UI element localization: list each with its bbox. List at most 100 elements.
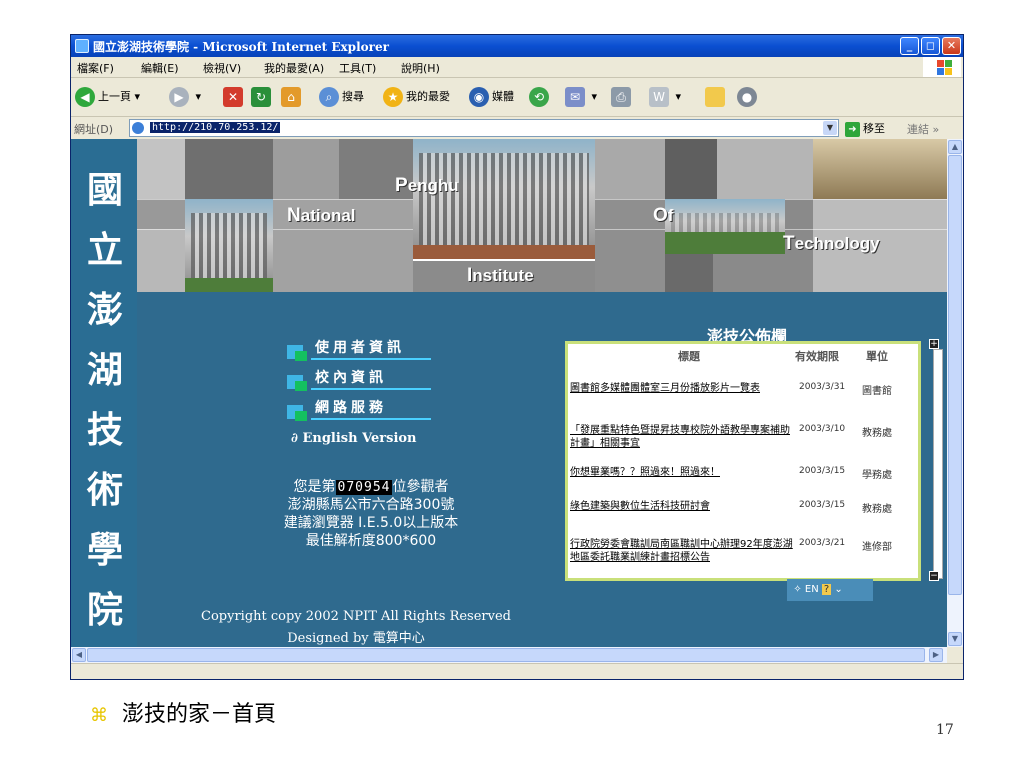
minimize-button[interactable]: _: [900, 37, 919, 55]
favorites-button[interactable]: ★ 我的最愛: [383, 85, 450, 109]
bulletin-row-unit: 教務處: [862, 428, 892, 439]
bulletin-row-unit: 進修部: [862, 542, 892, 553]
folder-button[interactable]: [705, 85, 728, 109]
media-icon: ◉: [469, 87, 489, 107]
address-label: 網址(D): [74, 123, 114, 136]
toolbar: ◀ 上一頁 ▾ ▶ ▾ ✕ ↻ ⌂ ⌕ 搜尋 ★ 我的最愛 ◉ 媒體 ⟲ ✉ ▾ ⎙: [71, 78, 963, 117]
bulletin-expand-icon[interactable]: +: [929, 339, 939, 349]
english-version-label: English Version: [302, 431, 417, 446]
bulletin-row-title[interactable]: 圖書館多媒體團體室三月份播放影片一覽表: [570, 382, 796, 395]
bulletin-row-date: 2003/3/21: [799, 538, 846, 548]
history-button[interactable]: ⟲: [529, 85, 552, 109]
edit-icon: W: [649, 87, 669, 107]
history-icon: ⟲: [529, 87, 549, 107]
back-label: 上一頁: [98, 90, 131, 103]
title-char: 立: [86, 229, 123, 271]
star-icon: ★: [383, 87, 403, 107]
language-bar[interactable]: ✧ EN ? ⌄: [787, 579, 873, 601]
search-button[interactable]: ⌕ 搜尋: [319, 85, 364, 109]
school-vertical-title: 國 立 澎 湖 技 術 學 院: [71, 139, 137, 647]
window-title: 國立澎湖技術學院 - Microsoft Internet Explorer: [93, 40, 389, 54]
back-arrow-icon: ◀: [75, 87, 95, 107]
copyright-text: Copyright copy 2002 NPIT All Rights Rese…: [201, 609, 511, 624]
refresh-icon: ↻: [251, 87, 271, 107]
home-button[interactable]: ⌂: [281, 85, 304, 109]
bulletin-row-title[interactable]: 你想畢業嗎？？照過來！照過來！: [570, 466, 796, 479]
address-dropdown-icon[interactable]: ▼: [823, 121, 837, 135]
search-label: 搜尋: [342, 90, 364, 103]
favorites-label: 我的最愛: [406, 90, 450, 103]
school-address: 澎湖縣馬公市六合路300號: [287, 497, 455, 513]
browser-recommendation: 建議瀏覽器 I.E.5.0以上版本: [283, 515, 459, 531]
banner-word-of: Of: [653, 205, 674, 226]
bulletin-row-unit: 教務處: [862, 504, 892, 515]
bulletin-row-title[interactable]: 綠色建築與數位生活科技研討會: [570, 500, 796, 513]
banner-collage: Penghu National Of Technology Institute: [137, 139, 947, 292]
mail-button[interactable]: ✉ ▾: [565, 85, 597, 109]
close-button[interactable]: ✕: [942, 37, 961, 55]
messenger-button[interactable]: ●: [737, 85, 760, 109]
windows-logo-icon: [923, 57, 961, 77]
banner-word-institute: Institute: [467, 265, 534, 286]
address-url[interactable]: http://210.70.253.12/: [150, 122, 281, 133]
banner-word-penghu: Penghu: [395, 175, 459, 196]
menu-bar: 檔案(F) 編輯(E) 檢視(V) 我的最愛(A) 工具(T) 說明(H): [71, 57, 963, 78]
horizontal-scrollbar[interactable]: ◀ ▶: [71, 647, 947, 663]
campus-main-gate-photo: [413, 139, 595, 259]
address-input[interactable]: http://210.70.253.12/ ▼: [129, 119, 839, 137]
campus-field-photo: [665, 199, 785, 254]
menu-file[interactable]: 檔案(F): [77, 60, 114, 76]
nav-network-services[interactable]: 網路服務: [315, 397, 387, 417]
slide-caption: ⌘ 澎技的家－首頁: [90, 696, 276, 728]
title-char: 技: [86, 409, 123, 451]
banner-word-technology: Technology: [783, 233, 880, 254]
menu-view[interactable]: 檢視(V): [203, 60, 241, 76]
go-arrow-icon: ➜: [845, 122, 860, 137]
bulletin-row-unit: 圖書館: [862, 386, 892, 397]
forward-button[interactable]: ▶ ▾: [169, 85, 201, 109]
nav-bullet-icon: [287, 341, 311, 361]
menu-favorites[interactable]: 我的最愛(A): [264, 60, 324, 76]
title-bar: 國立澎湖技術學院 - Microsoft Internet Explorer _…: [71, 35, 963, 57]
scroll-left-icon[interactable]: ◀: [72, 648, 86, 662]
menu-edit[interactable]: 編輯(E): [141, 60, 179, 76]
vertical-scroll-thumb[interactable]: [948, 155, 962, 595]
back-button[interactable]: ◀ 上一頁 ▾: [75, 85, 140, 109]
title-char: 學: [86, 529, 123, 571]
stop-icon: ✕: [223, 87, 243, 107]
print-icon: ⎙: [611, 87, 631, 107]
english-version-link[interactable]: ∂ English Version: [291, 431, 417, 446]
help-icon[interactable]: ?: [821, 584, 832, 595]
resolution-recommendation: 最佳解析度800*600: [305, 533, 437, 549]
nav-user-info[interactable]: 使用者資訊: [315, 337, 405, 357]
bulletin-row-title[interactable]: 行政院勞委會職訓局南區職訓中心辦理92年度澎湖地區委託職業訓練計畫招標公告: [570, 538, 796, 564]
slide-page-number: 17: [936, 722, 954, 738]
refresh-button[interactable]: ↻: [251, 85, 274, 109]
vertical-scrollbar[interactable]: ▲ ▼: [947, 139, 963, 647]
scroll-right-icon[interactable]: ▶: [929, 648, 943, 662]
bulletin-header-unit: 單位: [866, 350, 888, 363]
campus-lobby-photo: [813, 139, 947, 199]
banner-word-national: National: [287, 205, 356, 226]
bulletin-row-date: 2003/3/15: [799, 466, 846, 476]
print-button[interactable]: ⎙: [611, 85, 634, 109]
maximize-button[interactable]: ◻: [921, 37, 940, 55]
edit-button[interactable]: W ▾: [649, 85, 681, 109]
bulletin-collapse-icon[interactable]: −: [929, 571, 939, 581]
stop-button[interactable]: ✕: [223, 85, 246, 109]
scroll-up-icon[interactable]: ▲: [948, 140, 962, 154]
address-bar: 網址(D) http://210.70.253.12/ ▼ ➜ 移至 連結 »: [71, 117, 963, 139]
menu-help[interactable]: 說明(H): [401, 60, 440, 76]
nav-campus-info[interactable]: 校內資訊: [315, 367, 387, 387]
menu-tools[interactable]: 工具(T): [339, 60, 376, 76]
scroll-down-icon[interactable]: ▼: [948, 632, 962, 646]
go-button[interactable]: ➜ 移至: [845, 120, 885, 137]
visitor-count: 070954: [335, 480, 393, 495]
bulletin-row-date: 2003/3/10: [799, 424, 846, 434]
bulletin-row-title[interactable]: 「發展重點特色暨提昇技專校院外語教學專案補助計畫」相關事宜: [570, 424, 796, 450]
bulletin-scrollbar[interactable]: [933, 349, 943, 579]
links-button[interactable]: 連結 »: [907, 121, 939, 137]
media-button[interactable]: ◉ 媒體: [469, 85, 514, 109]
horizontal-scroll-thumb[interactable]: [87, 648, 925, 662]
status-bar: [71, 663, 963, 679]
